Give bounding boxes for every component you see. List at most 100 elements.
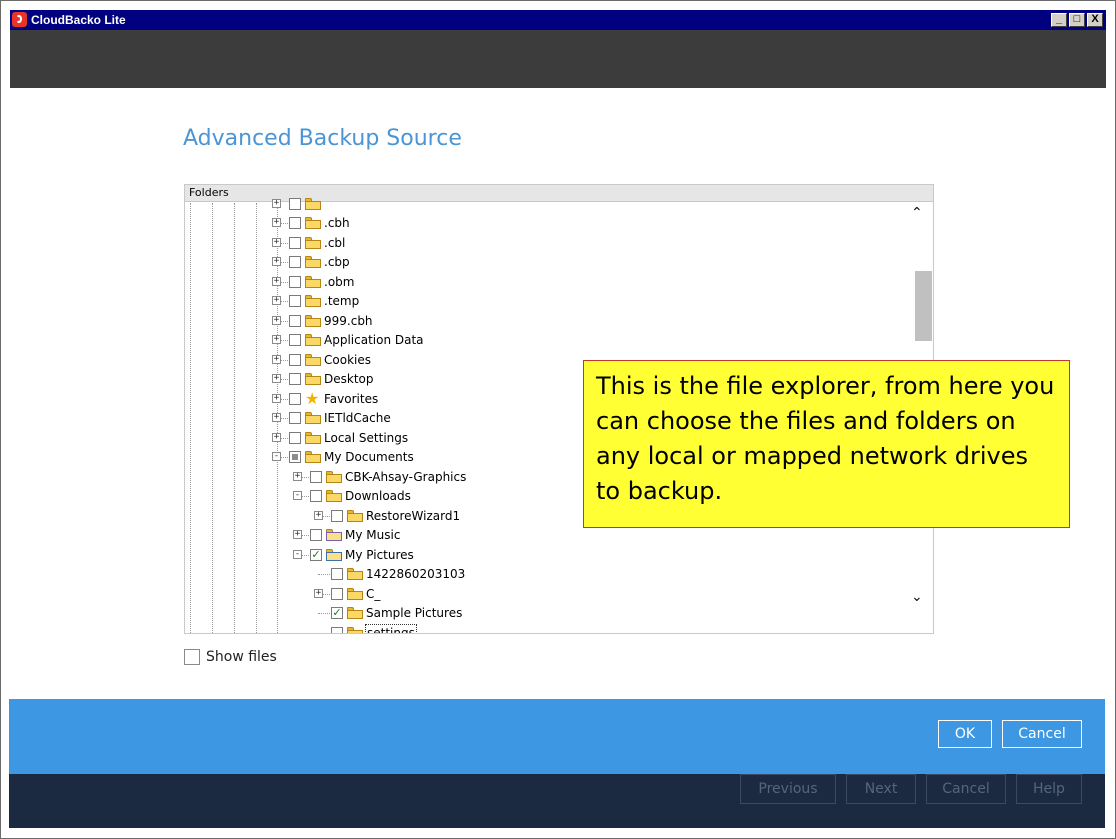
- minimize-button[interactable]: _: [1051, 13, 1067, 27]
- tree-checkbox[interactable]: [310, 490, 322, 502]
- wizard-cancel-button[interactable]: Cancel: [926, 774, 1006, 804]
- tree-checkbox[interactable]: [331, 509, 343, 522]
- expand-icon[interactable]: +: [272, 374, 281, 383]
- tree-item-label: RestoreWizard1: [366, 508, 461, 523]
- collapse-icon[interactable]: -: [293, 491, 302, 500]
- tree-connector: [302, 476, 309, 478]
- next-button[interactable]: Next: [846, 774, 916, 804]
- folder-icon: [305, 373, 321, 385]
- tree-checkbox[interactable]: [310, 470, 322, 483]
- tree-item-cbl[interactable]: + .cbl: [185, 234, 885, 253]
- tree-connector: [281, 242, 288, 244]
- ok-button[interactable]: OK: [938, 720, 992, 748]
- tree-item-obm[interactable]: + .obm: [185, 273, 885, 292]
- expand-icon: +: [272, 198, 281, 208]
- expand-icon[interactable]: +: [272, 393, 281, 403]
- tree-item-label: IETldCache: [324, 411, 391, 425]
- tree-item-sample-pictures[interactable]: ✓ Sample Pictures: [185, 604, 885, 623]
- tree-checkbox[interactable]: [289, 334, 301, 346]
- tree-item-my-pictures[interactable]: - ✓ My Pictures: [185, 546, 885, 565]
- tree-item-settings[interactable]: settings: [185, 623, 885, 633]
- tree-checkbox[interactable]: [289, 236, 301, 249]
- folder-icon: [326, 490, 342, 502]
- tree-item-label: Sample Pictures: [366, 606, 463, 620]
- tree-item-label: My Pictures: [345, 547, 414, 562]
- folder-icon: [347, 568, 363, 580]
- folder-icon: [305, 412, 321, 424]
- cancel-button[interactable]: Cancel: [1002, 720, 1082, 748]
- expand-icon[interactable]: +: [272, 257, 281, 266]
- tree-checkbox[interactable]: [289, 451, 301, 463]
- tree-checkbox[interactable]: [331, 587, 343, 600]
- tree-item-label: Application Data: [324, 333, 424, 347]
- folder-icon: [305, 217, 321, 229]
- tree-checkbox[interactable]: [289, 373, 301, 385]
- show-files-checkbox[interactable]: [184, 649, 200, 665]
- tree-connector: [281, 457, 288, 458]
- tree-checkbox[interactable]: [289, 256, 301, 268]
- tree-checkbox[interactable]: [331, 626, 343, 633]
- tree-checkbox[interactable]: [289, 353, 301, 366]
- title-bar: CloudBacko Lite _ □ X: [1, 1, 1115, 31]
- expand-icon[interactable]: +: [314, 510, 323, 520]
- tree-connector: [281, 359, 288, 361]
- folder-icon: [326, 470, 342, 483]
- tree-checkbox[interactable]: [289, 412, 301, 424]
- expand-icon[interactable]: +: [293, 471, 302, 481]
- tree-item-cbh[interactable]: + .cbh: [185, 214, 885, 233]
- folder-icon: [305, 275, 321, 288]
- tree-connector: [302, 535, 309, 536]
- tree-checkbox[interactable]: [331, 568, 343, 580]
- tree-item-label: Desktop: [324, 372, 374, 386]
- shortcut-folder-icon: [347, 607, 363, 619]
- tree-checkbox[interactable]: ✓: [331, 607, 343, 619]
- expand-icon[interactable]: +: [272, 354, 281, 364]
- expand-icon[interactable]: +: [272, 276, 281, 286]
- tree-checkbox[interactable]: [289, 392, 301, 405]
- expand-icon[interactable]: +: [314, 588, 323, 598]
- expand-icon[interactable]: +: [272, 296, 281, 305]
- tree-item-999-cbh[interactable]: +999.cbh: [185, 312, 885, 331]
- folder-icon: [305, 314, 321, 327]
- folder-icon: [305, 353, 321, 366]
- collapse-icon[interactable]: -: [272, 452, 281, 461]
- expand-icon[interactable]: +: [272, 315, 281, 325]
- show-files-option[interactable]: Show files: [184, 649, 277, 665]
- tree-connector: [281, 379, 288, 380]
- tree-item-label: Local Settings: [324, 430, 409, 445]
- tree-checkbox[interactable]: [289, 431, 301, 444]
- expand-icon[interactable]: +: [272, 218, 281, 227]
- tree-connector: [302, 496, 309, 497]
- tree-checkbox[interactable]: [289, 275, 301, 288]
- tree-checkbox[interactable]: [289, 217, 301, 229]
- tree-checkbox[interactable]: [289, 314, 301, 327]
- tree-connector: [281, 223, 288, 224]
- expand-icon[interactable]: +: [272, 335, 281, 344]
- tree-item-application-data[interactable]: + Application Data: [185, 331, 885, 350]
- help-button[interactable]: Help: [1016, 774, 1082, 804]
- tree-item-my-music[interactable]: + My Music: [185, 526, 885, 545]
- scroll-down-chevron-icon[interactable]: ⌄: [911, 589, 923, 605]
- close-button[interactable]: X: [1087, 13, 1103, 27]
- tree-checkbox[interactable]: ✓: [310, 548, 322, 561]
- expand-icon[interactable]: +: [272, 237, 281, 247]
- restore-button[interactable]: □: [1069, 13, 1085, 27]
- previous-button[interactable]: Previous: [740, 774, 836, 804]
- tree-item-1422860203103[interactable]: 1422860203103: [185, 565, 885, 584]
- tree-item-cbp[interactable]: + .cbp: [185, 253, 885, 272]
- expand-icon[interactable]: +: [272, 432, 281, 442]
- tree-item-temp[interactable]: + .temp: [185, 292, 885, 311]
- tree-item-label: .cbl: [324, 235, 346, 250]
- scrollbar-thumb[interactable]: [915, 271, 932, 341]
- folder-icon: [305, 451, 321, 463]
- collapse-icon[interactable]: -: [293, 549, 302, 559]
- folder-icon: [305, 236, 321, 249]
- expand-icon[interactable]: +: [272, 413, 281, 422]
- tree-checkbox[interactable]: [289, 295, 301, 307]
- scroll-up-chevron-icon[interactable]: ⌃: [911, 205, 923, 221]
- tree-item-c[interactable]: + C_: [185, 585, 885, 604]
- tree-checkbox[interactable]: [310, 529, 322, 541]
- tree-connector: [281, 418, 288, 419]
- expand-icon[interactable]: +: [293, 530, 302, 539]
- window-title: CloudBacko Lite: [31, 13, 126, 27]
